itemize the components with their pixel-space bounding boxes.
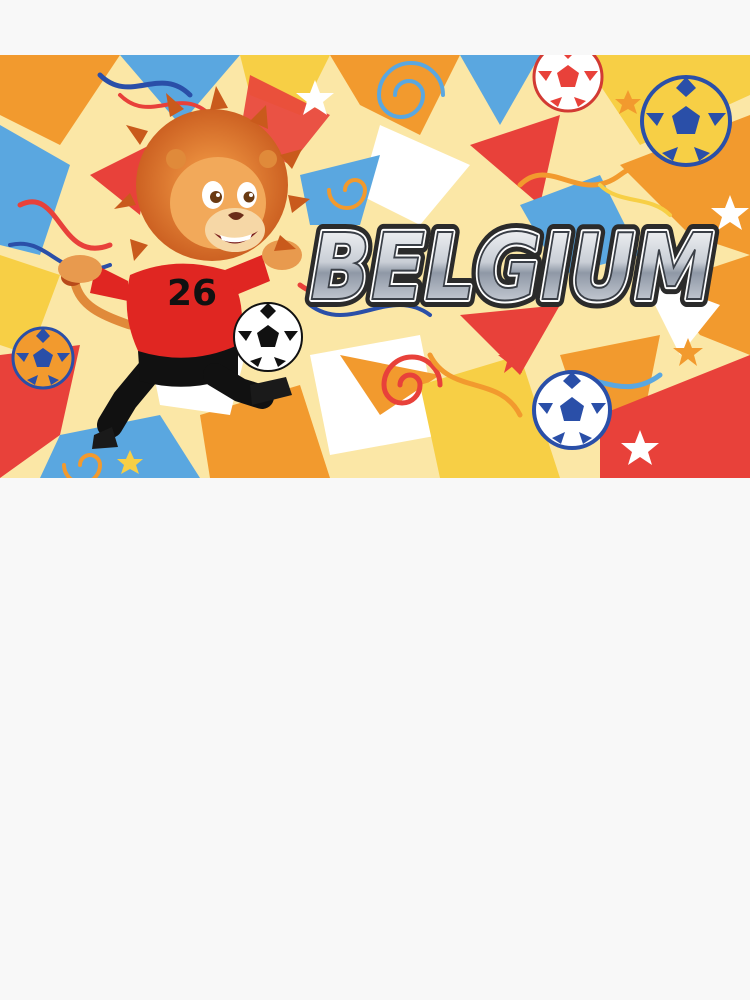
page: 26 BELGIUM BELGIUM BELGIUM	[0, 0, 750, 1000]
soccer-ball-icon	[233, 302, 303, 372]
jersey-number: 26	[167, 273, 217, 314]
banner-artwork: 26 BELGIUM BELGIUM BELGIUM	[0, 55, 750, 478]
banner-title: BELGIUM BELGIUM BELGIUM	[302, 206, 722, 329]
banner-title-text: BELGIUM	[310, 214, 714, 321]
belgium-banner: 26 BELGIUM BELGIUM BELGIUM	[0, 55, 750, 478]
